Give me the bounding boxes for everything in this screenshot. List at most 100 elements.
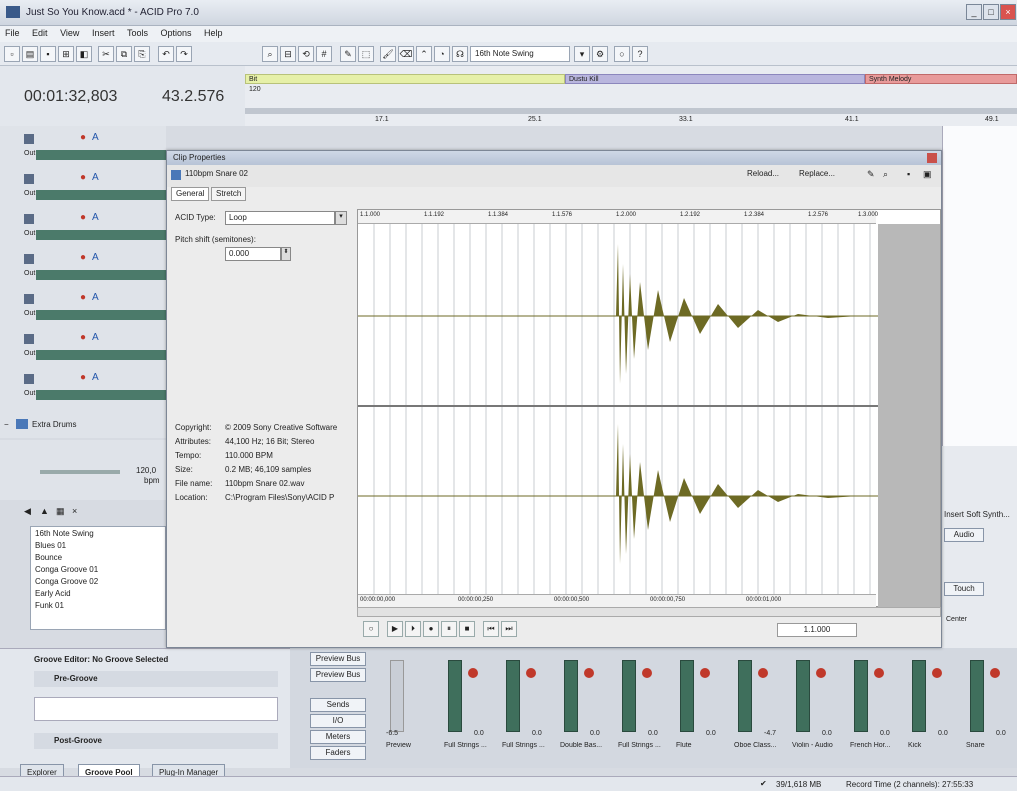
draw-tool-icon[interactable]: ✎	[340, 46, 356, 62]
render-icon[interactable]: ⊞	[58, 46, 74, 62]
waveform-view[interactable]: 1.1.000 1.1.192 1.1.384 1.1.576 1.2.000 …	[357, 209, 941, 608]
copy-icon[interactable]: ⧉	[116, 46, 132, 62]
mixer-channel[interactable]: Snare 0.0	[966, 654, 1016, 754]
list-item[interactable]: Early Acid	[35, 589, 175, 600]
region-synth-melody[interactable]: Synth Melody	[865, 74, 1017, 84]
mixer-channel[interactable]: Double Bas... 0.0	[560, 654, 618, 754]
record-arm-icon[interactable]: ●	[80, 212, 86, 223]
go-end-icon[interactable]: ⏭	[501, 621, 517, 637]
back-icon[interactable]: ◀	[24, 506, 31, 517]
envelope-tool-icon[interactable]: ⌃	[416, 46, 432, 62]
go-start-icon[interactable]: ⏮	[483, 621, 499, 637]
position-field[interactable]: 1.1.000	[777, 623, 857, 637]
record-arm-icon[interactable]: ●	[80, 252, 86, 263]
mixer-channel[interactable]: Full Strings ... 0.0	[502, 654, 560, 754]
close-button[interactable]: ×	[1000, 4, 1016, 20]
record-arm-icon[interactable]	[932, 668, 942, 678]
zoom-icon[interactable]: ⌕	[262, 46, 278, 62]
new-icon[interactable]: ▫	[4, 46, 20, 62]
select-tool-icon[interactable]: ⬚	[358, 46, 374, 62]
track-header[interactable]: ● A Out	[20, 330, 166, 370]
automation-icon[interactable]: A	[92, 372, 99, 383]
open-icon[interactable]: ▤	[22, 46, 38, 62]
grid-icon[interactable]: #	[316, 46, 332, 62]
clip-properties-window[interactable]: Clip Properties 110bpm Snare 02 Reload..…	[166, 150, 942, 648]
snap-icon[interactable]: ⊟	[280, 46, 296, 62]
spin-icon[interactable]: ⬍	[281, 247, 291, 261]
clip-properties-titlebar[interactable]: Clip Properties	[167, 151, 941, 165]
up-icon[interactable]: ▲	[40, 506, 49, 516]
list-item[interactable]: 16th Note Swing	[35, 529, 175, 540]
channel-fader[interactable]	[390, 660, 404, 732]
mixer-channel[interactable]: Kick 0.0	[908, 654, 966, 754]
maximize-button[interactable]: □	[983, 4, 999, 20]
save-icon[interactable]: ▪	[907, 169, 910, 179]
region-dustu-kill[interactable]: Dustu Kill	[565, 74, 865, 84]
automation-icon[interactable]: A	[92, 252, 99, 263]
close-icon[interactable]	[927, 153, 937, 163]
reload-button[interactable]: Reload...	[747, 169, 779, 178]
record-arm-icon[interactable]: ●	[80, 172, 86, 183]
automation-icon[interactable]: A	[92, 332, 99, 343]
paint-tool-icon[interactable]: 🖌	[380, 46, 396, 62]
delete-icon[interactable]: ×	[72, 506, 77, 516]
groove-apply-icon[interactable]: ⚙	[592, 46, 608, 62]
menu-edit[interactable]: Edit	[27, 26, 53, 40]
cut-icon[interactable]: ✂	[98, 46, 114, 62]
record-arm-icon[interactable]	[700, 668, 710, 678]
mixer-channel[interactable]: Violin - Audio 0.0	[792, 654, 850, 754]
groove-tool-icon[interactable]: ☊	[452, 46, 468, 62]
mixer-channel[interactable]: Full Strings ... 0.0	[618, 654, 676, 754]
collapse-icon[interactable]: −	[4, 420, 9, 429]
folder-track[interactable]: − Extra Drums	[0, 414, 166, 438]
groove-select[interactable]: 16th Note Swing	[470, 46, 570, 62]
io-button[interactable]: I/O	[310, 714, 366, 728]
track-events-area[interactable]	[942, 126, 1017, 446]
preview-bus-button[interactable]: Preview Bus	[310, 668, 366, 682]
chevron-down-icon[interactable]: ▾	[335, 211, 347, 225]
record-arm-icon[interactable]	[584, 668, 594, 678]
timeline-ruler[interactable]: 120 Bit Dustu Kill Synth Melody 17.1 25.…	[245, 66, 1017, 126]
tempo-slider[interactable]	[40, 470, 120, 474]
view-icon[interactable]: ▦	[56, 506, 65, 517]
search-icon[interactable]: ⌕	[883, 169, 888, 180]
save-as-icon[interactable]: ▣	[923, 169, 932, 180]
mixer-channel[interactable]: French Hor... 0.0	[850, 654, 908, 754]
menu-file[interactable]: File	[0, 26, 25, 40]
horizontal-scrollbar[interactable]	[357, 607, 941, 617]
record-arm-icon[interactable]: ●	[80, 292, 86, 303]
track-header[interactable]: ● A Out	[20, 210, 166, 250]
record-arm-icon[interactable]	[990, 668, 1000, 678]
loop-icon[interactable]: ○	[363, 621, 379, 637]
region-bit[interactable]: Bit	[245, 74, 565, 84]
tab-stretch[interactable]: Stretch	[211, 187, 247, 201]
stop-icon[interactable]: ■	[459, 621, 475, 637]
list-item[interactable]: Blues 01	[35, 541, 175, 552]
erase-tool-icon[interactable]: ⌫	[398, 46, 414, 62]
mixer-channel[interactable]: Full Strings ... 0.0	[444, 654, 502, 754]
record-arm-icon[interactable]: ●	[80, 372, 86, 383]
paste-icon[interactable]: ⎘	[134, 46, 150, 62]
envelope-icon[interactable]: ◔	[434, 46, 450, 62]
record-arm-icon[interactable]: ●	[80, 332, 86, 343]
audio-button[interactable]: Audio	[944, 528, 984, 542]
menu-options[interactable]: Options	[156, 26, 197, 40]
beat-ruler[interactable]: 1.1.000 1.1.192 1.1.384 1.1.576 1.2.000 …	[358, 210, 878, 224]
automation-icon[interactable]: A	[92, 172, 99, 183]
replace-button[interactable]: Replace...	[799, 169, 835, 178]
record-icon[interactable]: ●	[423, 621, 439, 637]
loop-icon[interactable]: ⟲	[298, 46, 314, 62]
insert-soft-synth-button[interactable]: Insert Soft Synth...	[944, 510, 1010, 519]
automation-mode-select[interactable]: Touch	[944, 582, 984, 596]
minimize-button[interactable]: _	[966, 4, 982, 20]
meters-button[interactable]: Meters	[310, 730, 366, 744]
undo-icon[interactable]: ↶	[158, 46, 174, 62]
sends-button[interactable]: Sends	[310, 698, 366, 712]
record-arm-icon[interactable]	[468, 668, 478, 678]
properties-icon[interactable]: ◧	[76, 46, 92, 62]
save-icon[interactable]: ▪	[40, 46, 56, 62]
ok-icon[interactable]: ○	[614, 46, 630, 62]
redo-icon[interactable]: ↷	[176, 46, 192, 62]
mixer-channel[interactable]: Oboe Class... -4.7	[734, 654, 792, 754]
list-item[interactable]: Conga Groove 02	[35, 577, 175, 588]
